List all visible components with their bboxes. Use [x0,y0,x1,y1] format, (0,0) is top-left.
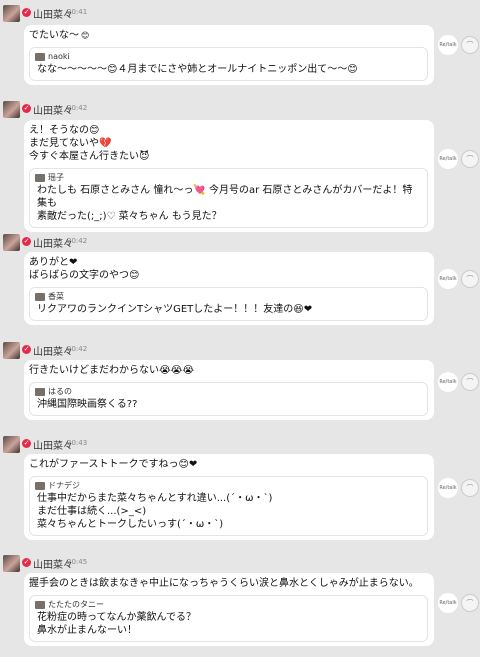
message-text: これがファーストトークですねっ😊❤ [29,459,198,470]
message-bubble: ありがと❤ ばらばらの文字のやつ😊 香菜 リクアワのランクインTシャツGETした… [24,252,434,325]
reply-user-icon [35,600,45,609]
post-time: 20:42 [67,237,88,245]
speech-bubble-icon[interactable]: ⌒ [461,36,479,54]
reply-user: 瑶子 [48,173,64,182]
post-time: 20:41 [67,8,88,16]
retalk-button[interactable]: Re/talk [438,269,458,289]
speech-bubble-icon[interactable]: ⌒ [461,373,479,391]
quoted-reply[interactable]: 香菜 リクアワのランクインTシャツGETしたよー！！！友達の😆❤ [29,287,428,321]
quoted-reply[interactable]: naoki なな〜〜〜〜〜😊４月までにさや姉とオールナイトニッポン出て〜〜😊 [29,47,428,81]
reply-user: 香菜 [48,292,64,301]
message-text: 握手会のときは飲まなきゃ中止になっちゃうくらい涙と鼻水とくしゃみが止まらない。 [29,578,419,589]
quoted-reply[interactable]: たたたのタニー 花粉症の時ってなんか薬飲んでる？ 鼻水が止まんなーい！ [29,595,428,642]
retalk-button[interactable]: Re/talk [438,593,458,613]
reply-text: 仕事中だからまた菜々ちゃんとすれ違い...(´・ω・`) まだ仕事は続く...(… [37,493,273,530]
reply-text: なな〜〜〜〜〜😊４月までにさや姉とオールナイトニッポン出て〜〜😊 [37,64,358,75]
reply-user: たたたのタニー [48,600,104,609]
retalk-button[interactable]: Re/talk [438,478,458,498]
reply-text: わたしも 石原さとみさん 憧れ〜っ💘 今月号のar 石原さとみさんがカバーだよ！… [37,185,413,222]
reply-user-icon [35,173,45,182]
verified-badge-icon: ✓ [22,8,31,17]
reply-user-icon [35,292,45,301]
verified-badge-icon: ✓ [22,104,31,113]
post-time: 20:42 [67,345,88,353]
verified-badge-icon: ✓ [22,558,31,567]
message-text: 行きたいけどまだわからない😭😭😭 [29,365,195,376]
reply-text: 花粉症の時ってなんか薬飲んでる？ 鼻水が止まんなーい！ [37,612,196,636]
reply-text: 沖縄国際映画祭くる?? [37,399,138,410]
avatar[interactable] [3,555,20,572]
post-time: 20:45 [67,558,88,566]
verified-badge-icon: ✓ [22,237,31,246]
quoted-reply[interactable]: はるの 沖縄国際映画祭くる?? [29,382,428,416]
message-text: でたいな〜 [29,30,79,41]
message-bubble: 行きたいけどまだわからない😭😭😭 はるの 沖縄国際映画祭くる?? [24,360,434,420]
retalk-button[interactable]: Re/talk [438,35,458,55]
speech-bubble-icon[interactable]: ⌒ [461,150,479,168]
avatar[interactable] [3,101,20,118]
reply-user: naoki [48,52,70,61]
retalk-button[interactable]: Re/talk [438,372,458,392]
speech-bubble-icon[interactable]: ⌒ [461,479,479,497]
quoted-reply[interactable]: ドナデジ 仕事中だからまた菜々ちゃんとすれ違い...(´・ω・`) まだ仕事は続… [29,476,428,536]
message-bubble: 握手会のときは飲まなきゃ中止になっちゃうくらい涙と鼻水とくしゃみが止まらない。 … [24,573,434,646]
retalk-button[interactable]: Re/talk [438,149,458,169]
avatar[interactable] [3,342,20,359]
message-bubble: でたいな〜 😊 naoki なな〜〜〜〜〜😊４月までにさや姉とオールナイトニッポン… [24,25,434,85]
message-bubble: え！そうなの😊 まだ見てないや💔 今すぐ本屋さん行きたい😈 瑶子 わたしも 石原… [24,120,434,232]
message-text: ありがと❤ ばらばらの文字のやつ😊 [29,257,140,281]
reply-user: ドナデジ [48,481,80,490]
speech-bubble-icon[interactable]: ⌒ [461,270,479,288]
reply-text: リクアワのランクインTシャツGETしたよー！！！友達の😆❤ [37,304,313,315]
message-bubble: これがファーストトークですねっ😊❤ ドナデジ 仕事中だからまた菜々ちゃんとすれ違… [24,454,434,540]
post-time: 20:43 [67,439,88,447]
message-text: え！そうなの😊 まだ見てないや💔 今すぐ本屋さん行きたい😈 [29,125,150,162]
reply-user-icon [35,387,45,396]
post-time: 20:42 [67,104,88,112]
verified-badge-icon: ✓ [22,439,31,448]
emoji: 😊 [81,31,90,40]
verified-badge-icon: ✓ [22,345,31,354]
avatar[interactable] [3,5,20,22]
speech-bubble-icon[interactable]: ⌒ [461,594,479,612]
reply-user: はるの [48,387,72,396]
reply-user-icon [35,52,45,61]
reply-user-icon [35,481,45,490]
quoted-reply[interactable]: 瑶子 わたしも 石原さとみさん 憧れ〜っ💘 今月号のar 石原さとみさんがカバー… [29,168,428,228]
avatar[interactable] [3,234,20,251]
avatar[interactable] [3,436,20,453]
